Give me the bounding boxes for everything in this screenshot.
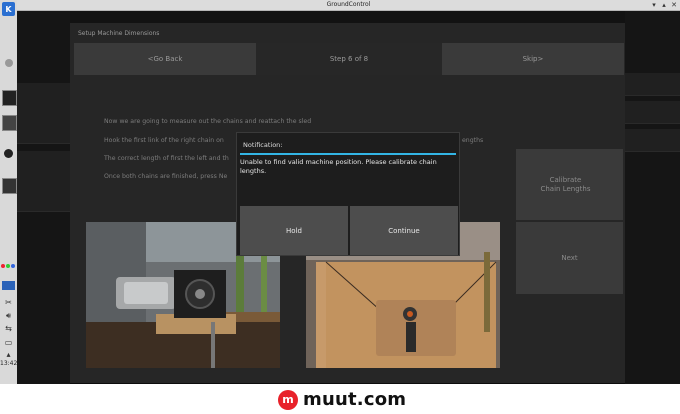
- continue-button[interactable]: Continue: [350, 206, 458, 255]
- kde-menu-icon[interactable]: K: [2, 2, 15, 16]
- notification-dialog: Notification: Unable to find valid machi…: [236, 132, 460, 256]
- instruction-line-4: Once both chains are finished, press Ne: [104, 173, 228, 180]
- desktop-icon[interactable]: [2, 58, 15, 68]
- go-back-button[interactable]: <Go Back: [74, 43, 256, 75]
- skip-button[interactable]: Skip>: [442, 43, 624, 75]
- window-title: GroundControl: [326, 1, 371, 8]
- calibrate-chain-lengths-button[interactable]: Calibrate Chain Lengths: [516, 149, 623, 220]
- hold-button[interactable]: Hold: [240, 206, 348, 255]
- background-left-panel: [17, 11, 70, 384]
- clock[interactable]: 13:42: [0, 360, 17, 367]
- instruction-line-2: Hook the first link of the right chain o…: [104, 137, 224, 144]
- volume-icon[interactable]: 🔊︎: [2, 311, 15, 320]
- instruction-line-2-tail: engths: [462, 137, 484, 144]
- background-right-panel: [625, 11, 680, 384]
- instruction-line-3: The correct length of first the left and…: [104, 155, 229, 162]
- muut-logo: m muut.com: [278, 389, 406, 410]
- monitor-icon[interactable]: ▭: [2, 338, 15, 347]
- next-button[interactable]: Next: [516, 222, 623, 294]
- next-label: Next: [561, 253, 578, 262]
- panel-title: Setup Machine Dimensions: [78, 30, 160, 37]
- maximize-icon[interactable]: ▴: [660, 1, 668, 9]
- task-window-2-icon[interactable]: [2, 115, 17, 131]
- task-window-1-icon[interactable]: [2, 90, 17, 106]
- media-icon[interactable]: [2, 148, 15, 158]
- step-indicator: Step 6 of 8: [256, 43, 442, 75]
- close-icon[interactable]: ✕: [670, 1, 678, 9]
- calibrate-label: Calibrate Chain Lengths: [540, 175, 591, 193]
- dialog-title-divider: [240, 153, 456, 155]
- taskbar: K ✂ 🔊︎ ⇆ ▭ ▴ 13:42: [0, 0, 18, 384]
- dialog-message: Unable to find valid machine position. P…: [240, 158, 437, 175]
- minimize-icon[interactable]: ▾: [650, 1, 658, 9]
- watermark-footer: m muut.com: [0, 384, 680, 414]
- muut-mark-icon: m: [278, 389, 298, 410]
- expand-icon[interactable]: ▴: [2, 350, 15, 359]
- window-titlebar[interactable]: GroundControl ▾ ▴ ✕: [17, 0, 680, 11]
- dialog-title: Notification:: [243, 141, 283, 149]
- instruction-line-1: Now we are going to measure out the chai…: [104, 118, 312, 125]
- network-icon[interactable]: [2, 281, 15, 290]
- color-indicator-icon: [1, 264, 15, 268]
- muut-wordmark: muut.com: [303, 389, 407, 410]
- arrows-icon[interactable]: ⇆: [2, 324, 15, 333]
- task-window-3-icon[interactable]: [2, 178, 17, 194]
- scissors-icon[interactable]: ✂: [2, 298, 15, 307]
